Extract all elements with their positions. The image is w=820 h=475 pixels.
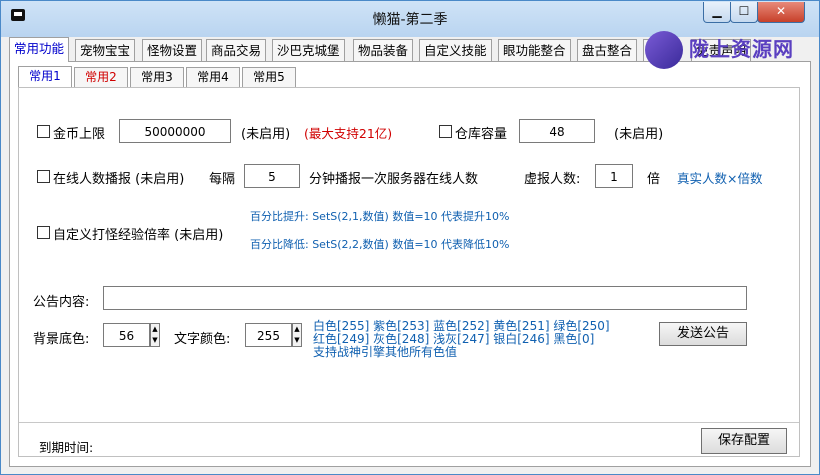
fake-count-label: 虚报人数:	[524, 172, 581, 187]
subtab-common1[interactable]: 常用1	[18, 66, 72, 88]
storage-checkbox[interactable]	[439, 125, 452, 138]
fake-count-formula: 真实人数×倍数	[677, 171, 763, 186]
tab-common[interactable]: 常用功能	[9, 37, 70, 62]
watermark: 陇上资源网	[641, 25, 820, 83]
maximize-button[interactable]: ☐	[730, 2, 758, 23]
bg-color-label: 背景底色:	[33, 332, 90, 347]
exp-rate-checkbox[interactable]	[37, 226, 50, 239]
subtab-common3[interactable]: 常用3	[130, 67, 184, 87]
online-broadcast-checkbox[interactable]	[37, 170, 50, 183]
bg-color-input[interactable]: 56	[103, 323, 150, 347]
tab-eye-functions[interactable]: 眼功能整合	[498, 39, 571, 61]
subtab-common5[interactable]: 常用5	[242, 67, 296, 87]
app-window: 懒猫-第二季 ▁ ☐ ✕ 常用功能 宠物宝宝 怪物设置 商品交易 沙巴克城堡 物…	[0, 0, 820, 475]
exp-decrease-hint: 百分比降低: SetS(2,2,数值) 数值=10 代表降低10%	[250, 238, 510, 251]
expiry-label: 到期时间:	[39, 440, 94, 455]
tab-trade[interactable]: 商品交易	[206, 39, 267, 61]
gold-limit-label: 金币上限	[53, 127, 106, 142]
settings-content: 金币上限 50000000 (未启用) (最大支持21亿) 仓库容量 48 (未…	[18, 87, 800, 457]
fake-count-input[interactable]: 1	[595, 164, 633, 188]
text-color-spinner[interactable]: ▲ ▼	[292, 323, 302, 347]
send-notice-button[interactable]: 发送公告	[659, 322, 747, 346]
gold-limit-checkbox[interactable]	[37, 125, 50, 138]
notice-label: 公告内容:	[33, 295, 90, 310]
interval-input[interactable]: 5	[244, 164, 300, 188]
tab-items[interactable]: 物品装备	[353, 39, 414, 61]
main-panel: 常用1 常用2 常用3 常用4 常用5 金币上限 50000000 (未启用) …	[9, 61, 811, 467]
tab-pangu[interactable]: 盘古整合	[577, 39, 638, 61]
separator	[19, 422, 799, 423]
tab-monster[interactable]: 怪物设置	[142, 39, 203, 61]
tab-pet[interactable]: 宠物宝宝	[75, 39, 136, 61]
times-label: 倍	[647, 172, 661, 187]
tab-custom-skill[interactable]: 自定义技能	[419, 39, 492, 61]
notice-input[interactable]	[103, 286, 747, 310]
online-broadcast-label: 在线人数播报 (未启用)	[53, 172, 185, 187]
tab-castle[interactable]: 沙巴克城堡	[272, 39, 345, 61]
storage-input[interactable]: 48	[519, 119, 595, 143]
text-color-label: 文字颜色:	[174, 332, 231, 347]
storage-label: 仓库容量	[455, 127, 508, 142]
exp-rate-label: 自定义打怪经验倍率 (未启用)	[53, 228, 224, 243]
storage-status: (未启用)	[614, 127, 664, 142]
close-button[interactable]: ✕	[757, 2, 805, 23]
minimize-button[interactable]: ▁	[703, 2, 731, 23]
text-color-input[interactable]: 255	[245, 323, 292, 347]
watermark-text: 陇上资源网	[689, 37, 794, 61]
watermark-logo-icon	[645, 31, 683, 69]
gold-limit-status: (未启用)	[241, 127, 291, 142]
subtab-common4[interactable]: 常用4	[186, 67, 240, 87]
exp-increase-hint: 百分比提升: SetS(2,1,数值) 数值=10 代表提升10%	[250, 210, 510, 223]
save-config-button[interactable]: 保存配置	[701, 428, 787, 454]
interval-suffix: 分钟播报一次服务器在线人数	[309, 172, 479, 187]
bg-color-spinner[interactable]: ▲ ▼	[150, 323, 160, 347]
color-list-line3: 支持战神引擎其他所有色值	[313, 345, 458, 359]
gold-limit-input[interactable]: 50000000	[119, 119, 231, 143]
interval-label: 每隔	[209, 172, 236, 187]
gold-limit-note: (最大支持21亿)	[304, 126, 393, 141]
subtab-common2[interactable]: 常用2	[74, 67, 128, 87]
